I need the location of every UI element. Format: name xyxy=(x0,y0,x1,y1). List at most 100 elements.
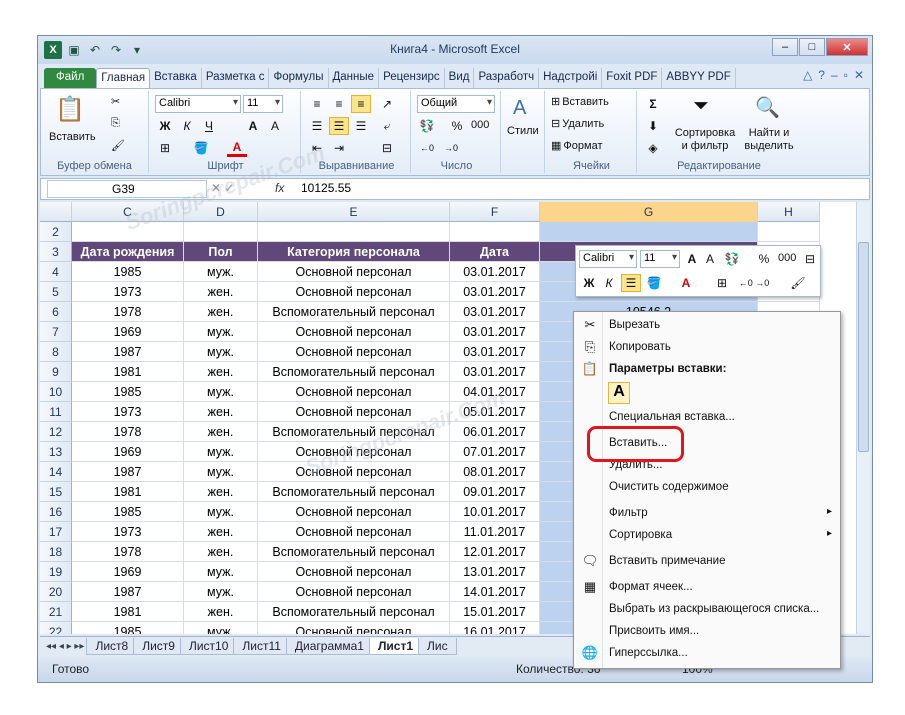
table-cell[interactable]: Основной персонал xyxy=(258,562,450,582)
align-top-icon[interactable]: ≡ xyxy=(307,95,327,113)
number-format-combo[interactable]: Общий xyxy=(417,95,495,113)
row-header[interactable]: 4 xyxy=(40,262,72,282)
table-cell[interactable]: 1973 xyxy=(72,522,184,542)
sort-filter-button[interactable]: Сортировка и фильтр xyxy=(673,127,737,153)
shrink-font-icon[interactable]: A xyxy=(265,117,285,135)
row-header[interactable]: 14 xyxy=(40,462,72,482)
table-cell[interactable]: 1987 xyxy=(72,462,184,482)
table-cell[interactable]: Вспомогательный персонал xyxy=(258,542,450,562)
table-cell[interactable]: 16.01.2017 xyxy=(450,622,540,634)
mini-shrink-font-icon[interactable]: A xyxy=(700,250,720,268)
row-header[interactable]: 22 xyxy=(40,622,72,634)
select-all-corner[interactable] xyxy=(40,202,72,222)
row-header[interactable]: 13 xyxy=(40,442,72,462)
row-header[interactable]: 20 xyxy=(40,582,72,602)
format-painter-icon[interactable]: 🖌 xyxy=(111,139,125,152)
row-header[interactable]: 17 xyxy=(40,522,72,542)
table-cell[interactable]: 1978 xyxy=(72,422,184,442)
cell[interactable] xyxy=(258,222,450,242)
row-header[interactable]: 10 xyxy=(40,382,72,402)
row-header[interactable]: 11 xyxy=(40,402,72,422)
context-menu-item[interactable]: ✂ Вырезать xyxy=(574,316,840,336)
context-menu-item[interactable]: 🌐 Гиперссылка... xyxy=(574,644,840,664)
insert-cells-button[interactable]: ⊞ Вставить xyxy=(551,95,609,109)
find-select-icon[interactable]: 🔍 xyxy=(755,95,780,120)
row-header[interactable]: 21 xyxy=(40,602,72,622)
table-cell[interactable]: Основной персонал xyxy=(258,522,450,542)
table-cell[interactable]: 03.01.2017 xyxy=(450,342,540,362)
maximize-button[interactable]: □ xyxy=(799,38,825,56)
column-header-g[interactable]: G xyxy=(540,202,758,222)
table-cell[interactable]: 1973 xyxy=(72,402,184,422)
align-right-icon[interactable]: ☰ xyxy=(351,117,371,135)
tab-developer[interactable]: Разработч xyxy=(474,68,540,88)
sheet-tab[interactable]: Лист8 xyxy=(86,638,138,655)
table-cell[interactable]: 1985 xyxy=(72,382,184,402)
wrap-text-icon[interactable]: ⤶ xyxy=(377,117,397,135)
table-cell[interactable]: муж. xyxy=(184,462,258,482)
table-cell[interactable]: Основной персонал xyxy=(258,382,450,402)
table-cell[interactable]: муж. xyxy=(184,562,258,582)
column-header-c[interactable]: C xyxy=(72,202,184,222)
column-header-h[interactable]: H xyxy=(758,202,820,222)
sheet-tab[interactable]: Лист1 xyxy=(368,638,423,655)
copy-icon[interactable]: ⎘ xyxy=(111,117,120,130)
decrease-indent-icon[interactable]: ⇤ xyxy=(307,139,327,157)
mini-decimal-icons[interactable]: ←0 →0 xyxy=(739,274,770,292)
row-header[interactable]: 12 xyxy=(40,422,72,442)
table-cell[interactable]: 03.01.2017 xyxy=(450,262,540,282)
row-header[interactable]: 18 xyxy=(40,542,72,562)
row-header[interactable]: 8 xyxy=(40,342,72,362)
styles-icon[interactable]: A xyxy=(513,97,526,120)
context-menu-item[interactable]: Выбрать из раскрывающегося списка... xyxy=(574,600,840,620)
table-cell[interactable]: 05.01.2017 xyxy=(450,402,540,422)
paste-icon[interactable]: 📋 xyxy=(55,95,85,124)
increase-indent-icon[interactable]: ⇥ xyxy=(329,139,349,157)
table-cell[interactable]: 1969 xyxy=(72,322,184,342)
doc-minimize-icon[interactable]: – xyxy=(831,68,838,82)
table-cell[interactable]: 11.01.2017 xyxy=(450,522,540,542)
table-cell[interactable]: 1985 xyxy=(72,262,184,282)
table-cell[interactable]: Основной персонал xyxy=(258,582,450,602)
currency-icon[interactable]: 💱 xyxy=(417,117,437,135)
tab-abbyy[interactable]: ABBYY PDF xyxy=(662,68,736,88)
mini-grow-font-icon[interactable]: A xyxy=(682,250,702,268)
row-header[interactable]: 2 xyxy=(40,222,72,242)
mini-size-combo[interactable]: 11 xyxy=(640,250,680,268)
font-color-icon[interactable]: A xyxy=(227,139,247,157)
table-cell[interactable]: 12.01.2017 xyxy=(450,542,540,562)
sheet-tab[interactable]: Лис xyxy=(418,638,457,655)
sheet-tab[interactable]: Лист9 xyxy=(133,638,184,655)
table-cell[interactable]: 10.01.2017 xyxy=(450,502,540,522)
tab-addins[interactable]: Надстройі xyxy=(539,68,603,88)
sheet-tab[interactable]: Диаграмма1 xyxy=(285,638,373,655)
context-menu-item[interactable]: ▦ Формат ячеек... xyxy=(574,578,840,598)
align-bottom-icon[interactable]: ≡ xyxy=(351,95,371,113)
sort-filter-icon[interactable]: ⏷ xyxy=(693,95,709,118)
table-cell[interactable]: жен. xyxy=(184,402,258,422)
table-cell[interactable]: жен. xyxy=(184,422,258,442)
row-header[interactable]: 16 xyxy=(40,502,72,522)
context-menu-item[interactable]: 📋 Параметры вставки: xyxy=(574,360,840,380)
vertical-scrollbar[interactable] xyxy=(856,202,870,634)
grow-font-icon[interactable]: A xyxy=(243,117,263,135)
tab-page-layout[interactable]: Разметка с xyxy=(202,68,270,88)
help-icon[interactable]: ? xyxy=(818,68,825,82)
table-cell[interactable]: Основной персонал xyxy=(258,622,450,634)
table-cell[interactable]: жен. xyxy=(184,362,258,382)
table-cell[interactable]: муж. xyxy=(184,322,258,342)
context-menu-item[interactable]: Сортировка ▸ xyxy=(574,526,840,546)
find-select-button[interactable]: Найти и выделить xyxy=(743,127,795,153)
table-cell[interactable]: Основной персонал xyxy=(258,462,450,482)
vertical-scroll-thumb[interactable] xyxy=(858,242,869,452)
column-header-e[interactable]: E xyxy=(258,202,450,222)
table-cell[interactable]: Вспомогательный персонал xyxy=(258,422,450,442)
cell[interactable] xyxy=(540,222,758,242)
styles-button[interactable]: Стили xyxy=(507,125,539,137)
table-cell[interactable]: жен. xyxy=(184,482,258,502)
table-cell[interactable]: 1987 xyxy=(72,582,184,602)
table-cell[interactable]: 03.01.2017 xyxy=(450,282,540,302)
table-cell[interactable]: 1985 xyxy=(72,502,184,522)
tab-foxit[interactable]: Foxit PDF xyxy=(602,68,663,88)
table-cell[interactable]: жен. xyxy=(184,302,258,322)
